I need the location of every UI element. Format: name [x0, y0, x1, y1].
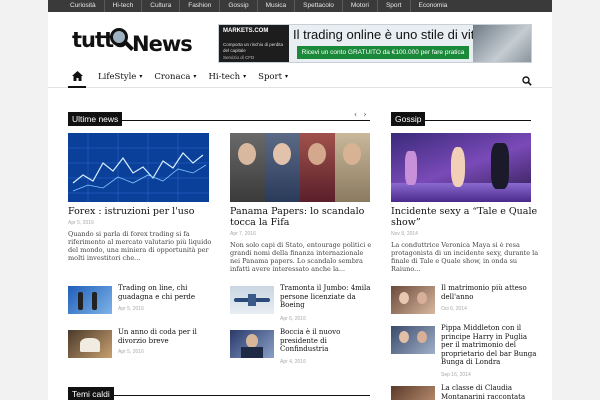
- article-date: Apr 7, 2016: [230, 231, 256, 237]
- nav-item-lifestyle[interactable]: LifeStyle ▾: [98, 72, 142, 82]
- ad-cta-button[interactable]: Ricevi un conto GRATUITO da €100.000 per…: [297, 46, 469, 59]
- topbar-link-sport[interactable]: Sport: [378, 0, 411, 12]
- logo-text-right: News: [132, 32, 193, 56]
- topbar-link-hitech[interactable]: Hi-tech: [105, 0, 143, 12]
- section-header-ultime: Ultime news: [68, 107, 370, 126]
- ad-brand: MARKETS.COM: [223, 28, 269, 34]
- article-date: Oct 6, 2014: [441, 306, 467, 312]
- ad-brand-sub: Comporta un rischio di perdita del capit…: [223, 42, 284, 53]
- article-title-small[interactable]: Pippa Middleton con il principe Harry in…: [441, 324, 537, 367]
- section-title: Gossip: [391, 112, 426, 126]
- chevron-down-icon: ▾: [285, 73, 289, 80]
- panama-papers-image[interactable]: [230, 133, 370, 202]
- ad-brand-note: Servizio di CFD: [223, 55, 255, 60]
- article-thumb-pippa[interactable]: [391, 326, 435, 354]
- article-title-small[interactable]: La classe di Claudia Montanarini raccont…: [441, 384, 537, 400]
- topbar-link-economia[interactable]: Economia: [411, 0, 456, 12]
- main-nav: LifeStyle ▾ Cronaca ▾ Hi-tech ▾ Sport ▾: [48, 66, 552, 88]
- topbar-link-curiosita[interactable]: Curiosità: [62, 0, 105, 12]
- article-date: Apr 5, 2016: [118, 349, 144, 355]
- nav-label: Hi-tech: [208, 71, 241, 82]
- chevron-down-icon: ▾: [243, 73, 247, 80]
- article-title-small[interactable]: Boccia è il nuovo presidente di Confindu…: [280, 328, 372, 354]
- site-header: tutto News MARKETS.COM Comporta un risch…: [48, 12, 552, 66]
- topbar-link-spettacolo[interactable]: Spettacolo: [295, 0, 343, 12]
- article-thumb-claudia[interactable]: [391, 386, 435, 400]
- arrow-left-icon[interactable]: ‹: [354, 110, 357, 119]
- article-title-small[interactable]: Il matrimonio più atteso dell'anno: [441, 284, 535, 301]
- article-title-forex[interactable]: Forex : istruzioni per l'uso: [68, 206, 218, 217]
- article-title-panama[interactable]: Panama Papers: lo scandalo tocca la Fifa: [230, 206, 372, 228]
- page-container: tutto News MARKETS.COM Comporta un risch…: [48, 12, 552, 400]
- ad-headline: Il trading online è uno stile di vita: [293, 27, 482, 42]
- section-header-temi: Temi caldi: [68, 382, 370, 400]
- article-excerpt: La conduttrice Veronica Maya si è resa p…: [391, 241, 539, 273]
- section-title: Temi caldi: [68, 387, 114, 400]
- article-date: Apr 6, 2016: [280, 316, 306, 322]
- article-thumb-trading[interactable]: [68, 286, 112, 314]
- search-icon[interactable]: [522, 71, 532, 90]
- article-date: Apr 5, 2016: [118, 306, 144, 312]
- article-excerpt: Non solo capi di Stato, entourage politi…: [230, 241, 372, 273]
- arrow-right-icon[interactable]: ›: [363, 110, 366, 119]
- nav-item-cronaca[interactable]: Cronaca ▾: [154, 72, 196, 82]
- chevron-down-icon: ▾: [193, 73, 197, 80]
- topbar-link-motori[interactable]: Motori: [343, 0, 378, 12]
- nav-label: Sport: [258, 71, 283, 82]
- ad-brand-block: MARKETS.COM Comporta un rischio di perdi…: [219, 25, 289, 62]
- article-title-small[interactable]: Trading on line, chi guadagna e chi perd…: [118, 284, 214, 301]
- nav-item-hitech[interactable]: Hi-tech ▾: [208, 72, 246, 82]
- topbar-link-gossip[interactable]: Gossip: [220, 0, 258, 12]
- article-title-gossip[interactable]: Incidente sexy a “Tale e Quale show”: [391, 206, 541, 228]
- article-date: Sep 16, 2014: [441, 372, 471, 378]
- ad-banner[interactable]: MARKETS.COM Comporta un rischio di perdi…: [218, 24, 532, 63]
- gossip-main-image[interactable]: [391, 133, 531, 202]
- section-title: Ultime news: [68, 112, 123, 126]
- article-thumb-boeing[interactable]: [230, 286, 274, 314]
- nav-label: Cronaca: [154, 71, 191, 82]
- article-thumb-divorzio[interactable]: [68, 330, 112, 358]
- topbar-link-cultura[interactable]: Cultura: [142, 0, 181, 12]
- chevron-down-icon: ▾: [139, 73, 143, 80]
- carousel-arrows: ‹ ›: [354, 110, 366, 119]
- article-date: Apr 4, 2016: [280, 359, 306, 365]
- nav-item-sport[interactable]: Sport ▾: [258, 72, 288, 82]
- topbar-link-fashion[interactable]: Fashion: [180, 0, 221, 12]
- section-header-gossip: Gossip: [391, 107, 531, 126]
- article-date: Nov 8, 2014: [391, 231, 418, 237]
- article-date: Apr 5, 2016: [68, 220, 94, 226]
- home-icon[interactable]: [68, 66, 86, 88]
- ad-photo: [473, 25, 531, 62]
- article-excerpt: Quando si parla di forex trading si fa r…: [68, 230, 212, 262]
- article-thumb-matrimonio[interactable]: [391, 286, 435, 314]
- article-title-small[interactable]: Un anno di coda per il divorzio breve: [118, 328, 214, 345]
- topbar-link-musica[interactable]: Musica: [258, 0, 296, 12]
- article-thumb-confindustria[interactable]: [230, 330, 274, 358]
- forex-chart-image[interactable]: [68, 133, 209, 202]
- top-category-bar: Curiosità Hi-tech Cultura Fashion Gossip…: [48, 0, 552, 12]
- article-title-small[interactable]: Tramonta il Jumbo: 4mila persone licenzi…: [280, 284, 372, 310]
- nav-label: LifeStyle: [98, 71, 137, 82]
